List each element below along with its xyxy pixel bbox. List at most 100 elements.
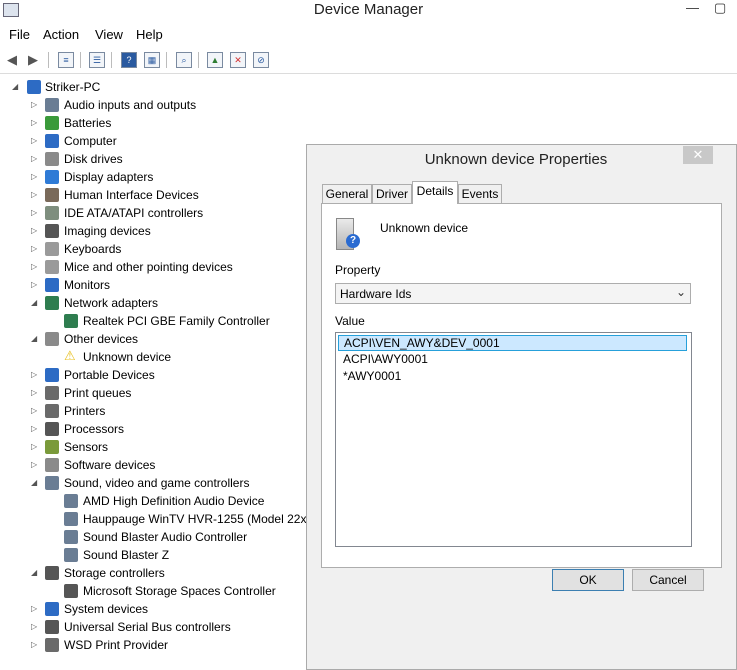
expand-arrow-icon[interactable]: ▷	[31, 186, 39, 204]
tree-item-label: IDE ATA/ATAPI controllers	[64, 206, 204, 220]
display-adapter-icon	[45, 170, 59, 184]
expand-arrow-icon[interactable]: ▷	[31, 366, 39, 384]
expand-arrow-icon[interactable]: ▷	[31, 456, 39, 474]
action-pane-icon[interactable]: ▦	[144, 52, 160, 68]
menu-bar: File Action View Help	[0, 24, 737, 44]
uninstall-icon[interactable]: ✕	[230, 52, 246, 68]
menu-view[interactable]: View	[95, 27, 123, 42]
network-icon	[45, 296, 59, 310]
keyboard-icon	[45, 242, 59, 256]
collapse-arrow-icon[interactable]: ◢	[31, 294, 39, 312]
tree-item-label: Disk drives	[64, 152, 123, 166]
expand-arrow-icon[interactable]: ▷	[31, 240, 39, 258]
tree-item-label: Keyboards	[64, 242, 122, 256]
chevron-down-icon: ⌄	[675, 285, 686, 299]
portable-device-icon	[45, 368, 59, 382]
tree-item-label: System devices	[64, 602, 149, 616]
speaker-icon	[64, 494, 78, 508]
expand-arrow-icon[interactable]: ▷	[31, 276, 39, 294]
menu-help[interactable]: Help	[136, 27, 163, 42]
software-device-icon	[45, 458, 59, 472]
printer-icon	[45, 638, 59, 652]
disable-device-icon[interactable]: ⊘	[253, 52, 269, 68]
expand-arrow-icon[interactable]: ▷	[31, 222, 39, 240]
collapse-arrow-icon[interactable]: ◢	[31, 474, 39, 492]
console-tree-icon[interactable]: ≡	[58, 52, 74, 68]
expand-arrow-icon[interactable]: ▷	[31, 204, 39, 222]
properties-dialog: Unknown device Properties ✕ General Driv…	[306, 144, 737, 670]
tree-item-label: Realtek PCI GBE Family Controller	[83, 314, 270, 328]
expand-arrow-icon[interactable]: ▷	[31, 96, 39, 114]
tree-item-label: Microsoft Storage Spaces Controller	[83, 584, 276, 598]
expand-arrow-icon[interactable]: ▷	[31, 150, 39, 168]
toolbar-separator	[198, 52, 199, 68]
value-item[interactable]: ACPI\AWY0001	[338, 351, 687, 367]
speaker-icon	[45, 476, 59, 490]
tree-item-label: Portable Devices	[64, 368, 155, 382]
expand-arrow-icon[interactable]: ▷	[31, 438, 39, 456]
tree-item-label: Mice and other pointing devices	[64, 260, 233, 274]
menu-file[interactable]: File	[9, 27, 30, 42]
scan-hardware-icon[interactable]: ⌕	[176, 52, 192, 68]
expand-arrow-icon[interactable]: ▷	[31, 114, 39, 132]
tree-item-label: Sound, video and game controllers	[64, 476, 250, 490]
monitor-icon	[45, 278, 59, 292]
expand-arrow-icon[interactable]: ▷	[31, 168, 39, 186]
expand-arrow-icon[interactable]: ▷	[31, 258, 39, 276]
update-driver-icon[interactable]: ▲	[207, 52, 223, 68]
tab-driver[interactable]: Driver	[372, 184, 412, 203]
value-listbox[interactable]: ACPI\VEN_AWY&DEV_0001 ACPI\AWY0001 *AWY0…	[335, 332, 692, 547]
expand-arrow-icon[interactable]: ▷	[31, 420, 39, 438]
toolbar: ◀ ▶ ≡ ☰ ? ▦ ⌕ ▲ ✕ ⊘	[0, 47, 737, 74]
warning-icon: ⚠	[64, 348, 76, 363]
value-item[interactable]: ACPI\VEN_AWY&DEV_0001	[338, 335, 687, 351]
collapse-arrow-icon[interactable]: ◢	[31, 564, 39, 582]
tree-item-label: Printers	[64, 404, 106, 418]
storage-controller-icon	[64, 584, 78, 598]
tree-item-label: Display adapters	[64, 170, 154, 184]
tree-item-label: AMD High Definition Audio Device	[83, 494, 265, 508]
dialog-title: Unknown device Properties	[424, 151, 608, 168]
dialog-close-button[interactable]: ✕	[683, 146, 713, 164]
tree-item-label: Network adapters	[64, 296, 159, 310]
printer-icon	[45, 386, 59, 400]
back-arrow-icon[interactable]: ◀	[3, 51, 21, 68]
speaker-icon	[64, 530, 78, 544]
menu-action[interactable]: Action	[43, 27, 79, 42]
tree-item-label: Sound Blaster Audio Controller	[83, 530, 248, 544]
properties-icon[interactable]: ☰	[89, 52, 105, 68]
disk-drive-icon	[45, 152, 59, 166]
device-name: Unknown device	[380, 221, 469, 235]
network-icon	[64, 314, 78, 328]
property-dropdown[interactable]: Hardware Ids ⌄	[335, 283, 691, 304]
tree-item-label: Monitors	[64, 278, 111, 292]
expand-arrow-icon[interactable]: ▷	[31, 618, 39, 636]
cancel-button[interactable]: Cancel	[632, 569, 704, 591]
mouse-icon	[45, 260, 59, 274]
tree-item-label: Storage controllers	[64, 566, 165, 580]
expand-arrow-icon[interactable]: ▷	[31, 636, 39, 654]
expand-arrow-icon[interactable]: ▷	[31, 384, 39, 402]
tree-item-label: Unknown device	[83, 350, 172, 364]
title-bar: Device Manager — ▢	[0, 0, 737, 22]
storage-controller-icon	[45, 566, 59, 580]
tab-events[interactable]: Events	[458, 184, 502, 203]
toolbar-separator	[48, 52, 49, 68]
tab-details[interactable]: Details	[412, 181, 458, 204]
minimize-button[interactable]: —	[686, 0, 699, 15]
forward-arrow-icon[interactable]: ▶	[24, 51, 42, 68]
ok-button[interactable]: OK	[552, 569, 624, 591]
tree-item-label: Audio inputs and outputs	[64, 98, 197, 112]
expand-arrow-icon[interactable]: ▷	[31, 600, 39, 618]
collapse-arrow-icon[interactable]: ◢	[12, 78, 20, 96]
expand-arrow-icon[interactable]: ▷	[31, 132, 39, 150]
help-icon[interactable]: ?	[121, 52, 137, 68]
value-item[interactable]: *AWY0001	[338, 368, 687, 384]
maximize-button[interactable]: ▢	[714, 0, 726, 16]
collapse-arrow-icon[interactable]: ◢	[31, 330, 39, 348]
expand-arrow-icon[interactable]: ▷	[31, 402, 39, 420]
tree-item-label: Hauppauge WinTV HVR-1255 (Model 22xx	[83, 512, 313, 526]
tab-general[interactable]: General	[322, 184, 372, 203]
tree-item-label: Software devices	[64, 458, 156, 472]
toolbar-separator	[166, 52, 167, 68]
